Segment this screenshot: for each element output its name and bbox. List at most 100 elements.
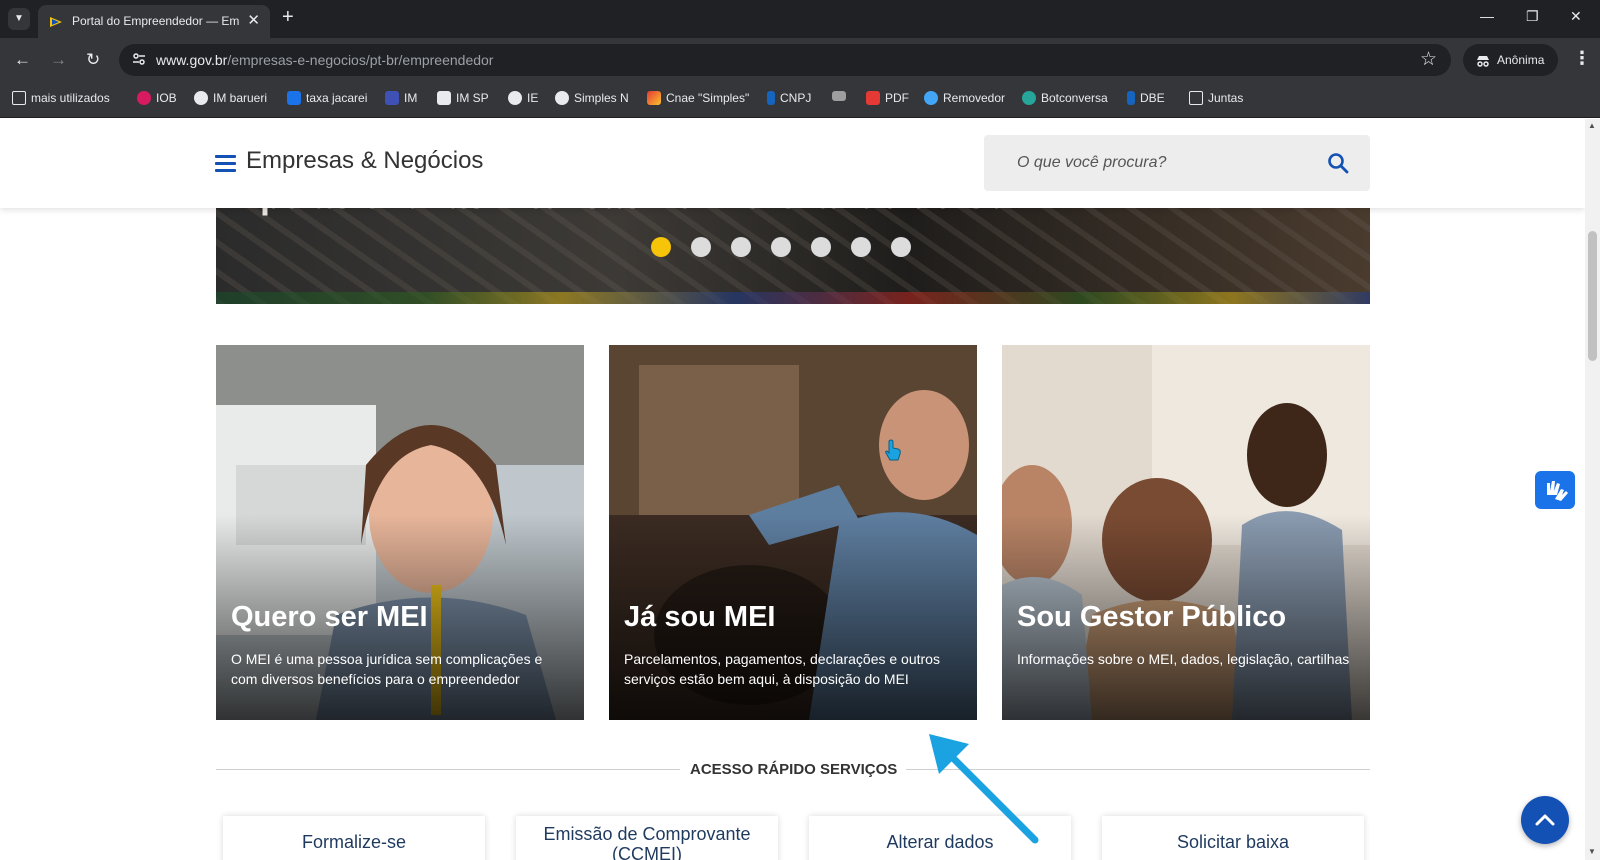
- quick-access-item[interactable]: Solicitar baixa: [1102, 816, 1364, 860]
- card-description: Informações sobre o MEI, dados, legislaç…: [1017, 651, 1350, 667]
- forward-icon[interactable]: →: [50, 50, 67, 70]
- back-to-top-button[interactable]: [1521, 796, 1569, 844]
- bookmark-juntas[interactable]: Juntas: [1189, 91, 1243, 105]
- profile-label: Anônima: [1497, 53, 1545, 67]
- bookmark-label: IOB: [156, 91, 177, 105]
- bookmark-label: DBE: [1140, 91, 1165, 105]
- search-icon[interactable]: [1327, 152, 1349, 174]
- new-tab-icon[interactable]: +: [282, 6, 294, 29]
- browser-toolbar: ← → ↻ www.gov.br/empresas-e-negocios/pt-…: [0, 38, 1600, 82]
- card-ja-sou-mei[interactable]: Já sou MEI Parcelamentos, pagamentos, de…: [609, 345, 977, 720]
- minimize-icon[interactable]: —: [1480, 8, 1494, 24]
- card-description: Parcelamentos, pagamentos, declarações e…: [624, 651, 940, 687]
- scroll-thumb[interactable]: [1588, 231, 1597, 361]
- bookmark-label: CNPJ: [780, 91, 812, 105]
- bookmark-label: Botconversa: [1041, 91, 1108, 105]
- annotation-arrow-icon: [929, 734, 1039, 844]
- removedor-icon: [924, 91, 938, 105]
- close-window-icon[interactable]: ✕: [1570, 8, 1582, 25]
- bookmark-mais-utilizados[interactable]: mais utilizados: [12, 91, 110, 105]
- carousel-dot-5[interactable]: [811, 237, 831, 257]
- reload-icon[interactable]: ↻: [86, 50, 100, 70]
- incognito-profile-button[interactable]: Anônima: [1463, 44, 1558, 76]
- bookmark-label: IM barueri: [213, 91, 268, 105]
- bookmark-pdf[interactable]: PDF: [866, 91, 909, 105]
- globe-icon: [194, 91, 208, 105]
- bookmark-label: Simples N: [574, 91, 629, 105]
- site-header: Empresas & Negócios O que você procura?: [0, 119, 1585, 208]
- card-sou-gestor-publico[interactable]: Sou Gestor Público Informações sobre o M…: [1002, 345, 1370, 720]
- bookmark-star-icon[interactable]: ☆: [1420, 48, 1437, 71]
- section-divider-left: [216, 769, 680, 770]
- search-input[interactable]: O que você procura?: [984, 135, 1370, 191]
- carousel-dot-1[interactable]: [651, 237, 671, 257]
- bookmark-label: taxa jacarei: [306, 91, 368, 105]
- back-icon[interactable]: ←: [14, 50, 31, 70]
- pdf-icon: [866, 91, 880, 105]
- iob-icon: [137, 91, 151, 105]
- bookmark-ie[interactable]: IE: [508, 91, 538, 105]
- quick-access-item[interactable]: Emissão de Comprovante (CCMEI): [516, 816, 778, 860]
- tab-title: Portal do Empreendedor — Em: [72, 14, 240, 28]
- bookmark-label: IM SP: [456, 91, 489, 105]
- card-title: Sou Gestor Público: [1017, 601, 1287, 633]
- vlibras-accessibility-button[interactable]: [1535, 471, 1575, 509]
- bookmark-botconversa[interactable]: Botconversa: [1022, 91, 1108, 105]
- bookmark-im[interactable]: IM: [385, 91, 417, 105]
- carousel-dot-7[interactable]: [891, 237, 911, 257]
- sign-language-hands-icon: [1547, 481, 1568, 501]
- bookmark-label: Juntas: [1208, 91, 1244, 105]
- quick-access-label: Solicitar baixa: [1176, 832, 1290, 852]
- card-description: O MEI é uma pessoa jurídica sem complica…: [231, 651, 543, 687]
- bookmark-label: Removedor: [943, 91, 1006, 105]
- page-scrollbar[interactable]: ▲ ▼: [1585, 119, 1600, 860]
- quick-access-title: ACESSO RÁPIDO SERVIÇOS: [690, 761, 898, 778]
- bookmark-label: mais utilizados: [31, 91, 110, 105]
- site-title[interactable]: Empresas & Negócios: [246, 147, 483, 175]
- botconversa-icon: [1022, 91, 1036, 105]
- incognito-icon: [1477, 56, 1489, 67]
- card-title: Quero ser MEI: [231, 601, 428, 633]
- folder-icon: [12, 91, 26, 105]
- quick-access-label: Formalize-se: [301, 832, 407, 852]
- menu-icon[interactable]: [215, 155, 236, 172]
- tab-search-button[interactable]: ▼: [8, 8, 30, 30]
- globe-icon: [508, 91, 522, 105]
- quick-access-label: Emissão de Comprovante (CCMEI): [543, 824, 751, 860]
- bookmark-im-barueri[interactable]: IM barueri: [194, 91, 267, 105]
- globe-icon: [555, 91, 569, 105]
- bookmark-taxa-jacarei[interactable]: taxa jacarei: [287, 91, 367, 105]
- bookmark-iob[interactable]: IOB: [137, 91, 177, 105]
- bookmark-im-sp[interactable]: IM SP: [437, 91, 489, 105]
- scroll-up-icon[interactable]: ▲: [1588, 121, 1596, 130]
- bookmark-label: IM: [404, 91, 418, 105]
- carousel-dot-2[interactable]: [691, 237, 711, 257]
- cnae-icon: [647, 91, 661, 105]
- card-quero-ser-mei[interactable]: Quero ser MEI O MEI é uma pessoa jurídic…: [216, 345, 584, 720]
- bookmark-label: PDF: [885, 91, 909, 105]
- tab-strip: ▼ Portal do Empreendedor — Em ✕ + — ❐ ✕: [0, 0, 1600, 38]
- active-tab[interactable]: Portal do Empreendedor — Em ✕: [38, 5, 270, 38]
- url-host: www.gov.br: [156, 52, 228, 68]
- bookmark-dbe[interactable]: DBE: [1127, 91, 1165, 105]
- address-bar[interactable]: www.gov.br/empresas-e-negocios/pt-br/emp…: [119, 44, 1451, 76]
- scroll-down-icon[interactable]: ▼: [1588, 847, 1596, 856]
- carousel-dot-6[interactable]: [851, 237, 871, 257]
- bookmark-simples-n[interactable]: Simples N: [555, 91, 629, 105]
- close-tab-icon[interactable]: ✕: [247, 11, 260, 29]
- bookmark-cnpj[interactable]: CNPJ: [767, 91, 811, 105]
- site-info-icon[interactable]: [131, 51, 147, 67]
- browser-menu-icon[interactable]: ⋮: [1573, 48, 1591, 69]
- bookmark-cnae[interactable]: Cnae "Simples": [647, 91, 749, 105]
- bookmark-label: IE: [527, 91, 539, 105]
- restore-icon[interactable]: ❐: [1526, 8, 1539, 25]
- quick-access-item[interactable]: Formalize-se: [223, 816, 485, 860]
- bookmark-removedor[interactable]: Removedor: [924, 91, 1005, 105]
- carousel-dot-4[interactable]: [771, 237, 791, 257]
- carousel-dot-3[interactable]: [731, 237, 751, 257]
- flag-icon: [832, 91, 846, 101]
- bookmark-flag[interactable]: [832, 91, 846, 101]
- card-title: Já sou MEI: [624, 601, 776, 633]
- chevron-up-icon: [1535, 814, 1555, 826]
- url-text: www.gov.br/empresas-e-negocios/pt-br/emp…: [156, 52, 493, 68]
